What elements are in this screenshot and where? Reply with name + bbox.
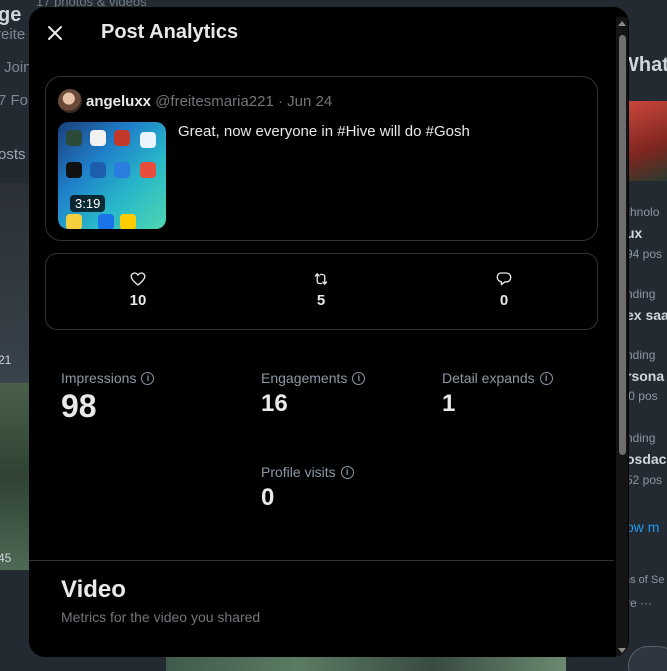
detail-expands-label: Detail expands: [442, 370, 535, 386]
scrollbar[interactable]: [616, 17, 628, 657]
video-duration-badge: 3:19: [70, 195, 106, 212]
impressions-label: Impressions: [61, 370, 137, 386]
thumb-detail: [114, 130, 130, 146]
section-divider: [29, 560, 614, 561]
thumb-detail: [140, 132, 156, 148]
close-button[interactable]: [43, 21, 67, 45]
post-analytics-modal: Post Analytics angeluxx @freitesmaria221…: [29, 7, 629, 657]
modal-title: Post Analytics: [101, 21, 239, 43]
bg-left-column: ge reite Join 7 Fol osts 21 45: [0, 4, 32, 565]
post-preview-card[interactable]: angeluxx @freitesmaria221 · Jun 24 3:19 …: [45, 76, 598, 241]
profile-visits-metric: Profile visits i 0: [261, 464, 354, 512]
reposts-count: 5: [316, 292, 326, 309]
post-meta: angeluxx @freitesmaria221 · Jun 24: [86, 93, 332, 110]
likes-stat[interactable]: 10: [98, 270, 178, 309]
replies-count: 0: [499, 292, 509, 309]
meta-separator: ·: [277, 93, 283, 110]
profile-visits-value: 0: [261, 484, 275, 511]
replies-stat[interactable]: 0: [464, 270, 544, 309]
thumb-detail: [66, 130, 82, 146]
bg-image: [166, 656, 566, 671]
thumb-detail: [114, 162, 130, 178]
reposts-stat[interactable]: 5: [281, 270, 361, 309]
thumb-detail: [90, 162, 106, 178]
close-icon: [48, 26, 62, 40]
video-section-subtitle: Metrics for the video you shared: [61, 609, 261, 625]
thumb-detail: [90, 130, 106, 146]
info-icon[interactable]: i: [352, 371, 366, 385]
thumb-detail: [66, 162, 82, 178]
engagement-stats-card: 10 5 0: [45, 253, 598, 330]
video-thumbnail[interactable]: 3:19: [58, 122, 166, 229]
thumb-detail: [66, 214, 82, 229]
reply-icon: [496, 272, 512, 286]
heart-icon: [130, 272, 146, 286]
scroll-up-arrow-icon[interactable]: [618, 21, 626, 26]
info-icon[interactable]: i: [141, 371, 155, 385]
post-date[interactable]: Jun 24: [287, 93, 332, 110]
thumb-detail: [140, 162, 156, 178]
post-text: Great, now everyone in #Hive will do #Go…: [178, 123, 470, 140]
scroll-down-arrow-icon[interactable]: [618, 648, 626, 653]
impressions-metric: Impressions i 98: [61, 370, 155, 425]
thumb-detail: [120, 214, 136, 229]
info-icon[interactable]: i: [340, 465, 354, 479]
engagements-label: Engagements: [261, 370, 348, 386]
thumb-detail: [98, 214, 114, 229]
engagements-metric: Engagements i 16: [261, 370, 366, 418]
detail-expands-metric: Detail expands i 1: [442, 370, 553, 418]
profile-visits-label: Profile visits: [261, 464, 336, 480]
avatar[interactable]: [58, 89, 82, 113]
scrollbar-thumb[interactable]: [619, 35, 626, 455]
modal-header: Post Analytics: [29, 7, 614, 59]
author-handle: @freitesmaria221: [155, 93, 274, 110]
repost-icon: [314, 273, 328, 285]
engagements-value: 16: [261, 390, 288, 417]
video-section-title: Video: [61, 576, 126, 603]
likes-count: 10: [129, 292, 147, 309]
author-name[interactable]: angeluxx: [86, 93, 151, 110]
impressions-value: 98: [61, 388, 97, 424]
info-icon[interactable]: i: [539, 371, 553, 385]
detail-expands-value: 1: [442, 390, 456, 417]
